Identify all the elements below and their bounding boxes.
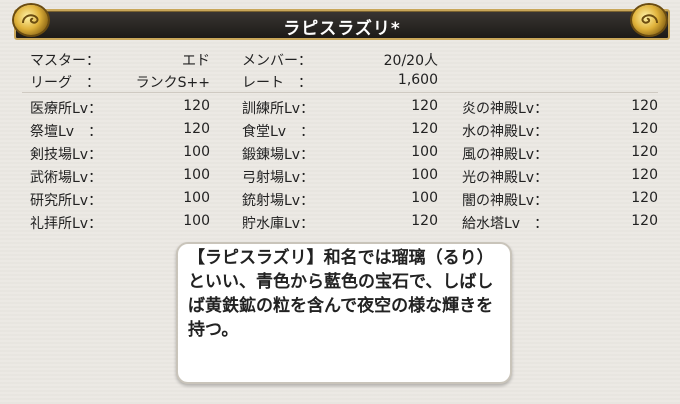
facility-label: 研究所Lv：	[30, 193, 103, 209]
ornament-right-icon	[632, 5, 666, 35]
facility-level: 120	[411, 213, 438, 229]
facility-level: 100	[411, 167, 438, 183]
facility-label: 弓射場Lv：	[242, 170, 315, 186]
facility-label: 祭壇Lv ：	[30, 124, 103, 140]
guild-info-panel: ラピスラズリ* マスター： エド メンバー： 20/20人 リーグ ： ランクS…	[0, 0, 680, 404]
facility-level: 120	[631, 167, 658, 183]
facility-label: 水の神殿Lv：	[462, 124, 549, 140]
guild-name-title: ラピスラズリ*	[283, 19, 401, 39]
facility-label: 銃射場Lv：	[242, 193, 315, 209]
facility-label: 給水塔Lv ：	[462, 216, 549, 232]
divider	[22, 92, 658, 93]
ornament-left-icon	[14, 5, 48, 35]
facility-level: 100	[183, 167, 210, 183]
facility-label: 鍛錬場Lv：	[242, 147, 315, 163]
facility-level: 120	[183, 98, 210, 114]
rate-label: レート ：	[242, 75, 312, 91]
description-box: 【ラピスラズリ】和名では瑠璃（るり）といい、青色から藍色の宝石で、しばしば黄鉄鉱…	[176, 242, 512, 384]
facility-level: 100	[183, 190, 210, 206]
facility-level: 120	[631, 98, 658, 114]
facility-level: 100	[411, 144, 438, 160]
facility-label: 貯水庫Lv：	[242, 216, 315, 232]
facility-level: 120	[631, 213, 658, 229]
facility-level: 100	[411, 190, 438, 206]
facility-label: 医療所Lv：	[30, 101, 103, 117]
master-value: エド	[182, 53, 210, 69]
facility-level: 120	[183, 121, 210, 137]
facility-label: 訓練所Lv：	[242, 101, 315, 117]
facility-label: 食堂Lv ：	[242, 124, 315, 140]
facility-level: 120	[631, 121, 658, 137]
facility-label: 闇の神殿Lv：	[462, 193, 549, 209]
members-label: メンバー：	[242, 53, 312, 69]
facility-level: 100	[183, 144, 210, 160]
master-label: マスター：	[30, 53, 100, 69]
league-label: リーグ ：	[30, 75, 100, 91]
facility-level: 100	[183, 213, 210, 229]
facility-label: 炎の神殿Lv：	[462, 101, 549, 117]
members-value: 20/20人	[383, 53, 438, 69]
facility-level: 120	[631, 144, 658, 160]
facility-level: 120	[631, 190, 658, 206]
facility-label: 礼拝所Lv：	[30, 216, 103, 232]
description-text: 【ラピスラズリ】和名では瑠璃（るり）といい、青色から藍色の宝石で、しばしば黄鉄鉱…	[188, 248, 494, 340]
title-bar: ラピスラズリ*	[14, 9, 670, 40]
rate-value: 1,600	[397, 72, 438, 88]
facility-label: 風の神殿Lv：	[462, 147, 549, 163]
facility-level: 120	[411, 98, 438, 114]
league-value: ランクS++	[135, 75, 210, 91]
facility-label: 武術場Lv：	[30, 170, 103, 186]
facility-label: 剣技場Lv：	[30, 147, 103, 163]
facility-label: 光の神殿Lv：	[462, 170, 549, 186]
facility-level: 120	[411, 121, 438, 137]
